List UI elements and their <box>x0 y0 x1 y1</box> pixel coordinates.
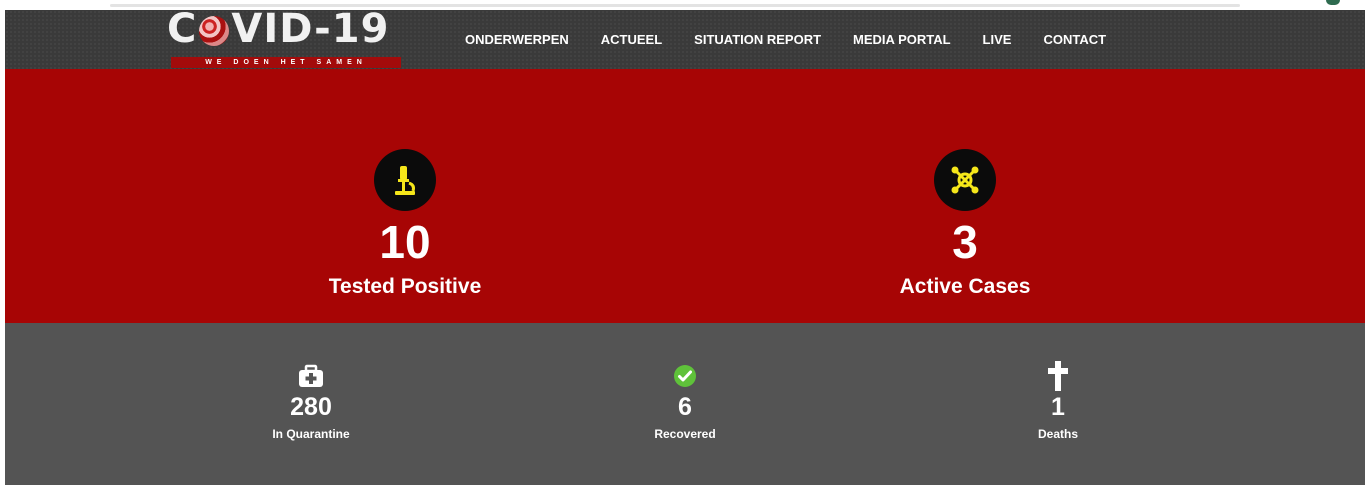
active-cases-value: 3 <box>952 216 978 268</box>
nav-item-live[interactable]: LIVE <box>983 32 1012 47</box>
logo-text-left: C <box>167 6 198 52</box>
secondary-stats-panel: 280 In Quarantine 6 Recovered 1 Deaths <box>5 323 1365 485</box>
stat-deaths: 1 Deaths <box>958 361 1158 441</box>
deaths-label: Deaths <box>1037 427 1078 441</box>
medical-kit-icon <box>211 363 411 389</box>
in-quarantine-label: In Quarantine <box>272 427 350 441</box>
active-cases-label: Active Cases <box>899 275 1031 298</box>
logo-wordmark: C VID-19 <box>167 6 389 52</box>
logo-text-right: VID-19 <box>231 6 390 52</box>
stat-active-cases: 3 Active Cases <box>835 149 1095 299</box>
nav-item-contact[interactable]: CONTACT <box>1043 32 1106 47</box>
microscope-icon <box>374 149 436 211</box>
tested-positive-label: Tested Positive <box>328 275 482 298</box>
virus-logo-icon <box>199 16 230 46</box>
nav-item-situation-report[interactable]: SITUATION REPORT <box>694 32 821 47</box>
nav-item-media-portal[interactable]: MEDIA PORTAL <box>853 32 951 47</box>
recovered-value: 6 <box>678 393 692 421</box>
stat-tested-positive: 10 Tested Positive <box>275 149 535 299</box>
primary-stats-panel: 10 Tested Positive 3 Active Cases <box>5 69 1365 323</box>
nav-item-onderwerpen[interactable]: ONDERWERPEN <box>465 32 569 47</box>
virus-molecule-icon <box>934 149 996 211</box>
deaths-value: 1 <box>1051 393 1065 421</box>
page: C VID-19 WE DOEN HET SAMEN ONDERWERPEN A… <box>5 6 1365 485</box>
site-logo[interactable]: C VID-19 WE DOEN HET SAMEN <box>167 6 401 70</box>
nav-item-actueel[interactable]: ACTUEEL <box>601 32 662 47</box>
site-header: C VID-19 WE DOEN HET SAMEN ONDERWERPEN A… <box>5 6 1365 70</box>
in-quarantine-value: 280 <box>290 393 332 421</box>
logo-tagline: WE DOEN HET SAMEN <box>171 57 401 68</box>
check-circle-icon <box>585 363 785 389</box>
main-nav: ONDERWERPEN ACTUEEL SITUATION REPORT MED… <box>465 32 1138 47</box>
stat-recovered: 6 Recovered <box>585 363 785 441</box>
cross-icon <box>958 361 1158 391</box>
tested-positive-value: 10 <box>379 216 431 268</box>
browser-indicator <box>1326 0 1340 5</box>
recovered-label: Recovered <box>654 427 716 441</box>
stat-in-quarantine: 280 In Quarantine <box>211 363 411 441</box>
